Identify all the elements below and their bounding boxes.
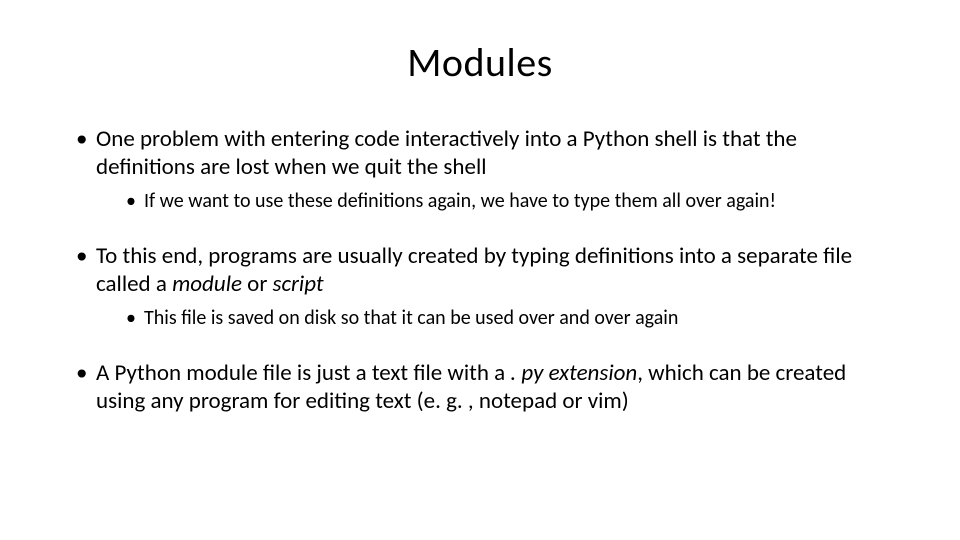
sub-bullet-text: If we want to use these definitions agai… <box>144 189 776 213</box>
bullet-list: One problem with entering code interacti… <box>60 125 900 415</box>
bullet-item-3: A Python module file is just a text file… <box>76 359 900 415</box>
bullet-text: One problem with entering code interacti… <box>96 125 797 181</box>
slide-title: Modules <box>60 38 900 87</box>
sub-bullet-text: This file is saved on disk so that it ca… <box>144 306 678 330</box>
slide-container: Modules One problem with entering code i… <box>0 0 960 540</box>
italic-term-module: module <box>172 270 242 298</box>
sub-bullet-item: This file is saved on disk so that it ca… <box>126 306 900 331</box>
bullet-item-1: One problem with entering code interacti… <box>76 125 900 214</box>
italic-term-extension: . py extension <box>510 359 637 387</box>
bullet-text-part: or <box>242 270 273 298</box>
sub-list-1: If we want to use these definitions agai… <box>96 189 900 214</box>
sub-bullet-item: If we want to use these definitions agai… <box>126 189 900 214</box>
sub-list-2: This file is saved on disk so that it ca… <box>96 306 900 331</box>
bullet-item-2: To this end, programs are usually create… <box>76 242 900 331</box>
bullet-text-part: A Python module file is just a text file… <box>96 359 510 387</box>
italic-term-script: script <box>273 270 324 298</box>
